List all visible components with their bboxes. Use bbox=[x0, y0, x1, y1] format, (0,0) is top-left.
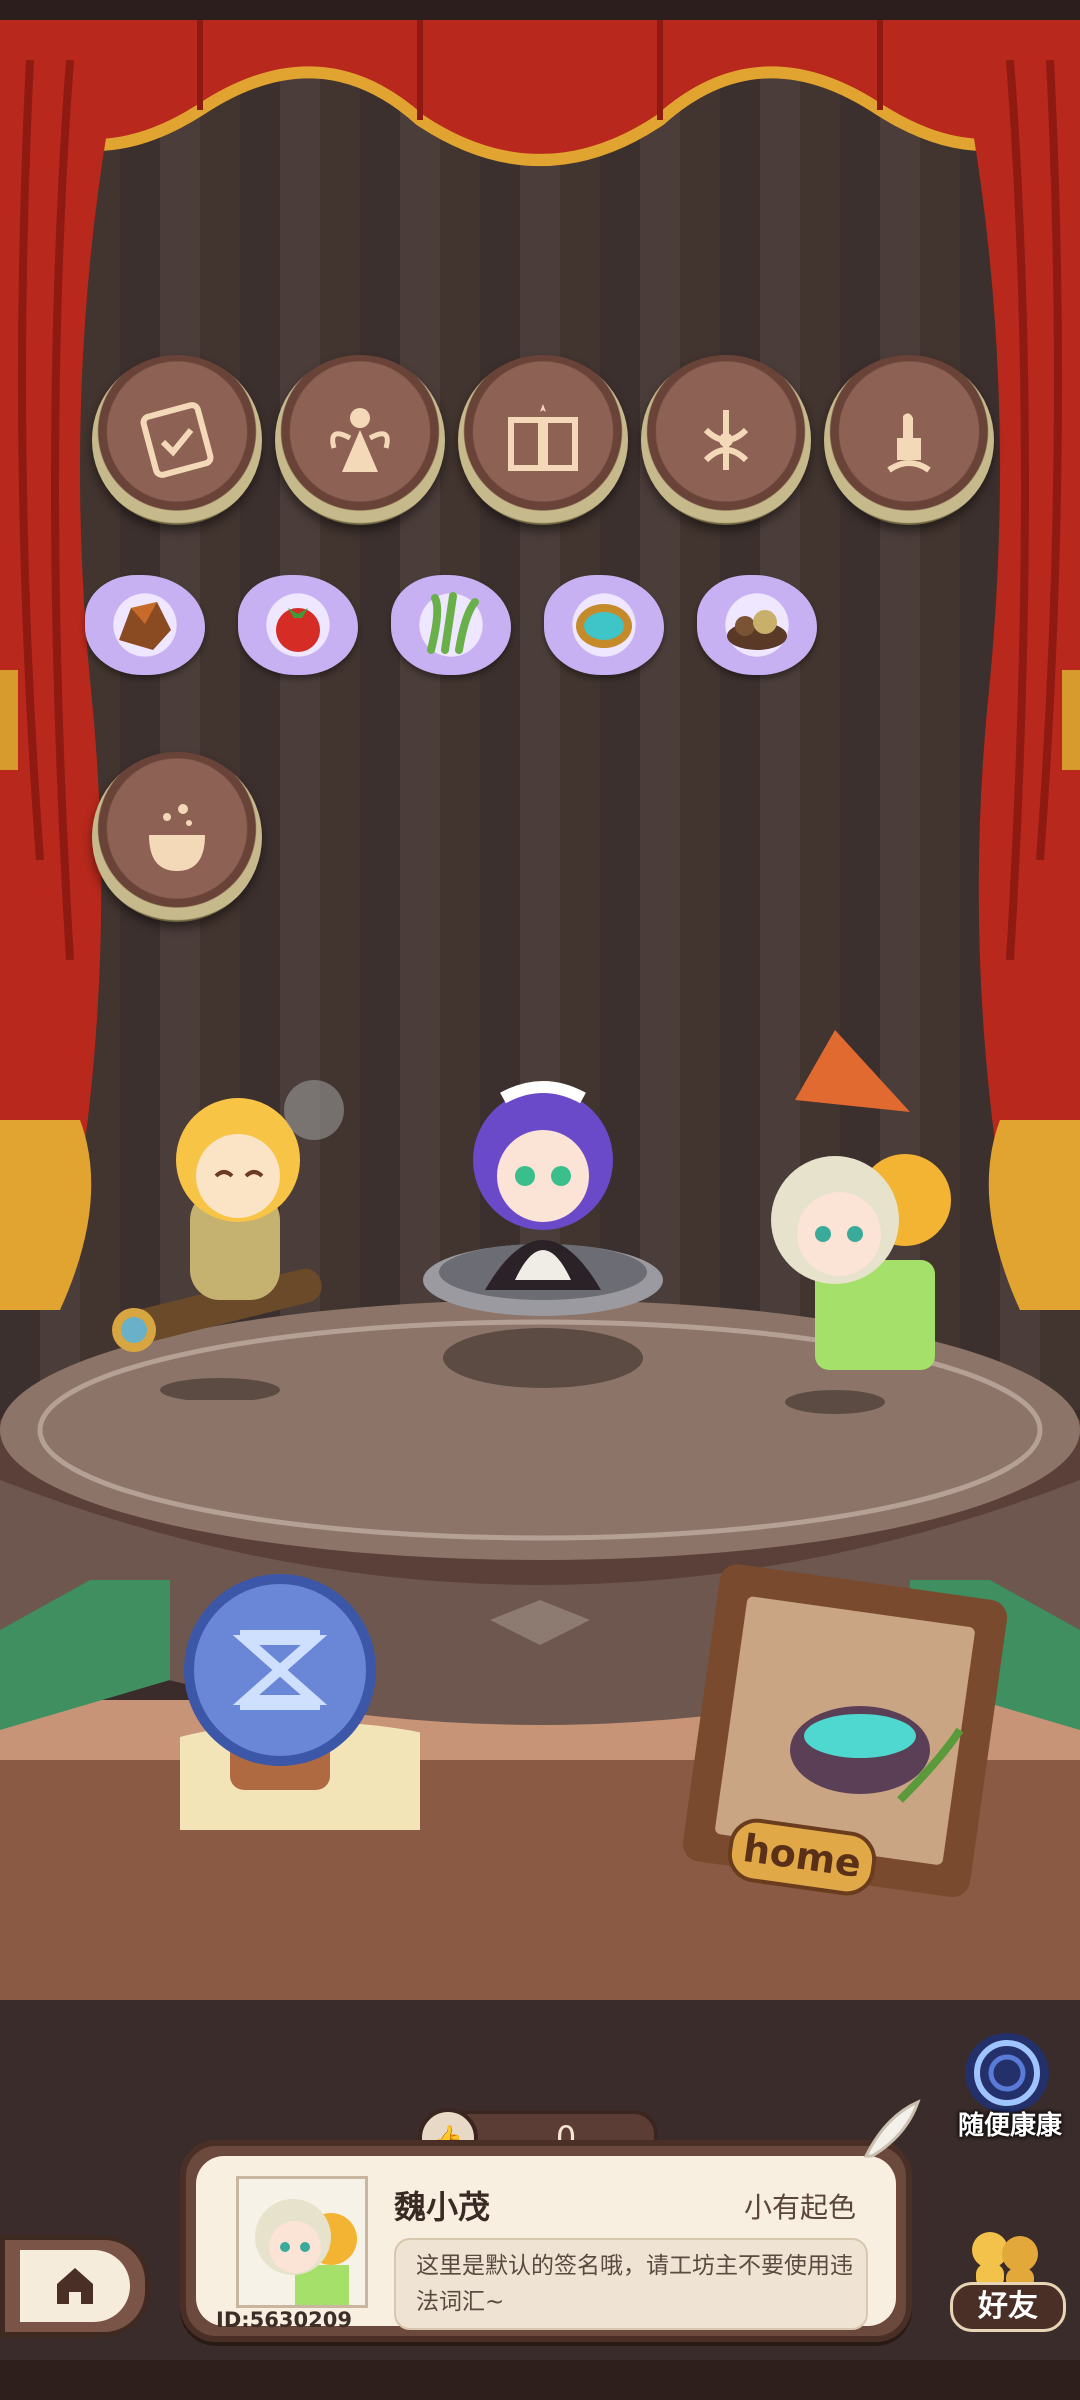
friends-label: 好友 bbox=[950, 2282, 1066, 2332]
character-maid[interactable] bbox=[415, 1040, 675, 1400]
home-button[interactable] bbox=[0, 2235, 150, 2337]
book-icon bbox=[508, 404, 578, 471]
material-ore[interactable] bbox=[85, 575, 205, 675]
player-id: ID:5630209 bbox=[216, 2308, 352, 2332]
random-visit-button[interactable]: 随便康康 bbox=[945, 2025, 1075, 2141]
player-name: 魏小茂 bbox=[394, 2188, 491, 2226]
badge-fairy[interactable] bbox=[275, 355, 445, 525]
home-button-inner bbox=[20, 2250, 130, 2322]
soil-icon bbox=[727, 610, 787, 650]
material-tomato[interactable] bbox=[238, 575, 358, 675]
character-blonde-telescope[interactable] bbox=[100, 1060, 380, 1400]
friends-button[interactable]: 好友 bbox=[930, 2220, 1080, 2332]
badge-cauldron[interactable] bbox=[92, 752, 262, 922]
profile-card: ID:5630209 魏小茂 小有起色 这里是默认的签名哦，请工坊主不要使用违法… bbox=[180, 2099, 921, 2342]
material-herb[interactable] bbox=[391, 575, 511, 675]
portal-icon bbox=[965, 2033, 1049, 2113]
tomato-icon bbox=[276, 608, 320, 652]
curtain-valance bbox=[0, 20, 1080, 166]
badge-certificate[interactable] bbox=[92, 355, 262, 525]
quill-icon[interactable] bbox=[856, 2096, 926, 2166]
herb-icon bbox=[427, 592, 479, 654]
profile-card-inner: ID:5630209 魏小茂 小有起色 这里是默认的签名哦，请工坊主不要使用违法… bbox=[196, 2156, 896, 2332]
signature-text: 这里是默认的签名哦，请工坊主不要使用违法词汇~ bbox=[416, 2253, 853, 2315]
badge-thumb-flower[interactable] bbox=[824, 355, 994, 525]
house-icon bbox=[57, 2268, 93, 2304]
avatar[interactable] bbox=[236, 2176, 368, 2308]
badge-ornament[interactable] bbox=[641, 355, 811, 525]
certificate-icon bbox=[140, 402, 214, 478]
fairy-icon bbox=[330, 408, 390, 472]
friends-icon bbox=[972, 2232, 1038, 2290]
character-silverhair-cube[interactable] bbox=[725, 1020, 975, 1430]
player-title: 小有起色 bbox=[743, 2191, 856, 2224]
material-soil[interactable] bbox=[697, 575, 817, 675]
avatar-image bbox=[239, 2179, 365, 2305]
hourglass-orb[interactable] bbox=[180, 1570, 420, 1830]
material-gem[interactable] bbox=[544, 575, 664, 675]
home-frame[interactable]: home bbox=[660, 1560, 1020, 1920]
random-visit-label: 随便康康 bbox=[957, 2111, 1062, 2141]
ornament-icon bbox=[703, 410, 749, 470]
gem-icon bbox=[576, 604, 632, 648]
cauldron-icon bbox=[149, 804, 205, 871]
badge-book[interactable] bbox=[458, 355, 628, 525]
signature-box[interactable]: 这里是默认的签名哦，请工坊主不要使用违法词汇~ bbox=[394, 2238, 868, 2330]
ore-icon bbox=[119, 602, 171, 650]
bottom-frame bbox=[0, 2360, 1080, 2400]
thumb-flower-icon bbox=[887, 413, 931, 473]
